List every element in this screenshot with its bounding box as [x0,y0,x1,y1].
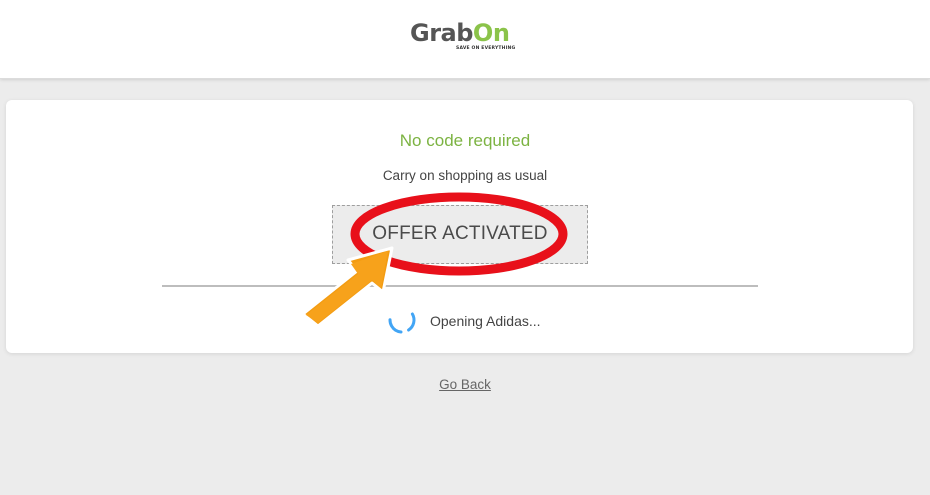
card-divider [162,285,758,287]
no-code-headline: No code required [399,131,531,150]
logo-wordmark: GrabOn [410,19,510,47]
shopping-subline: Carry on shopping as usual [382,168,548,183]
offer-activated-label: OFFER ACTIVATED [372,223,548,244]
grabon-logo[interactable]: GrabOn SAVE ON EVERYTHING [410,19,515,54]
opening-status-text: Opening Adidas... [430,313,541,329]
logo-tagline: SAVE ON EVERYTHING [456,46,516,51]
go-back-link[interactable]: Go Back [0,376,930,394]
top-header-bar: GrabOn SAVE ON EVERYTHING [0,0,930,79]
loading-spinner-icon [388,306,416,334]
